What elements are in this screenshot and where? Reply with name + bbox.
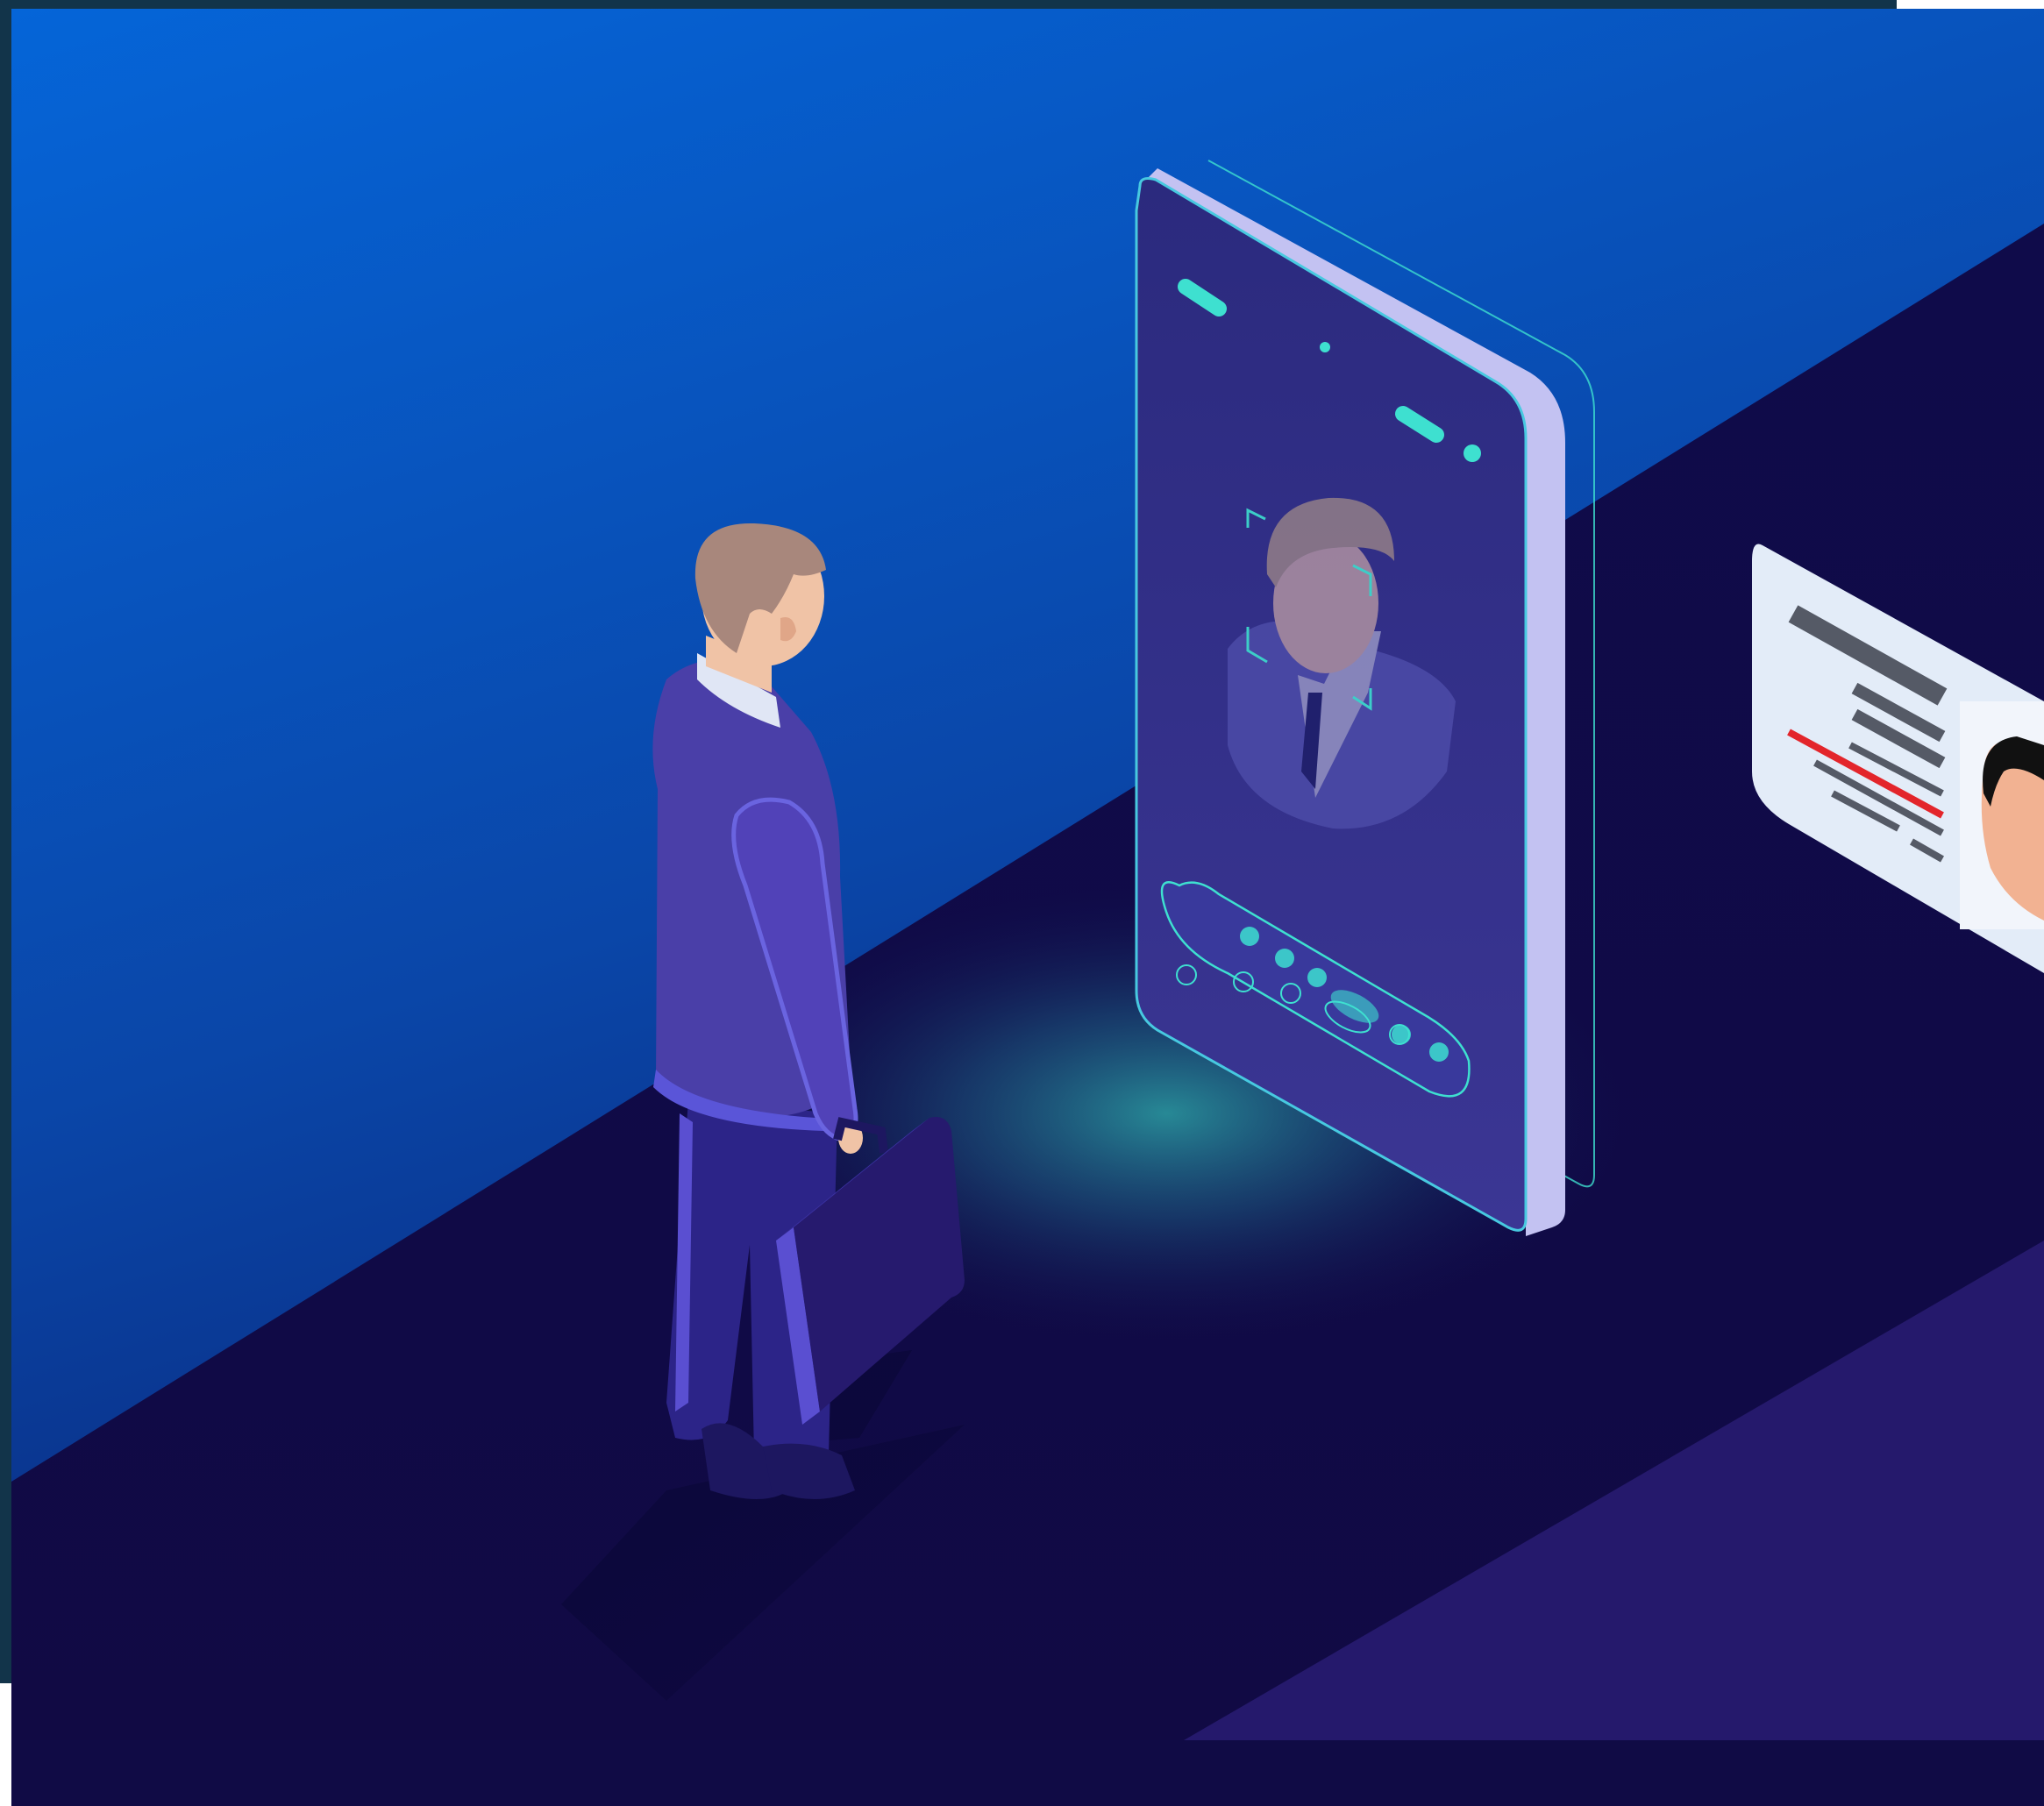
- bottom-band: [11, 1740, 2044, 1806]
- control-dot-icon: [1429, 1042, 1449, 1062]
- phone-camera-dot: [1320, 342, 1330, 352]
- phone-indicator-dot: [1464, 444, 1481, 462]
- control-dot-icon: [1392, 1025, 1411, 1044]
- face-recognition-illustration: [0, 0, 2044, 1806]
- control-dot-icon: [1240, 927, 1259, 946]
- left-frame-strip: [0, 0, 11, 1683]
- control-dot-icon: [1307, 968, 1327, 987]
- control-dot-icon: [1275, 949, 1294, 968]
- top-frame-strip: [0, 0, 1897, 9]
